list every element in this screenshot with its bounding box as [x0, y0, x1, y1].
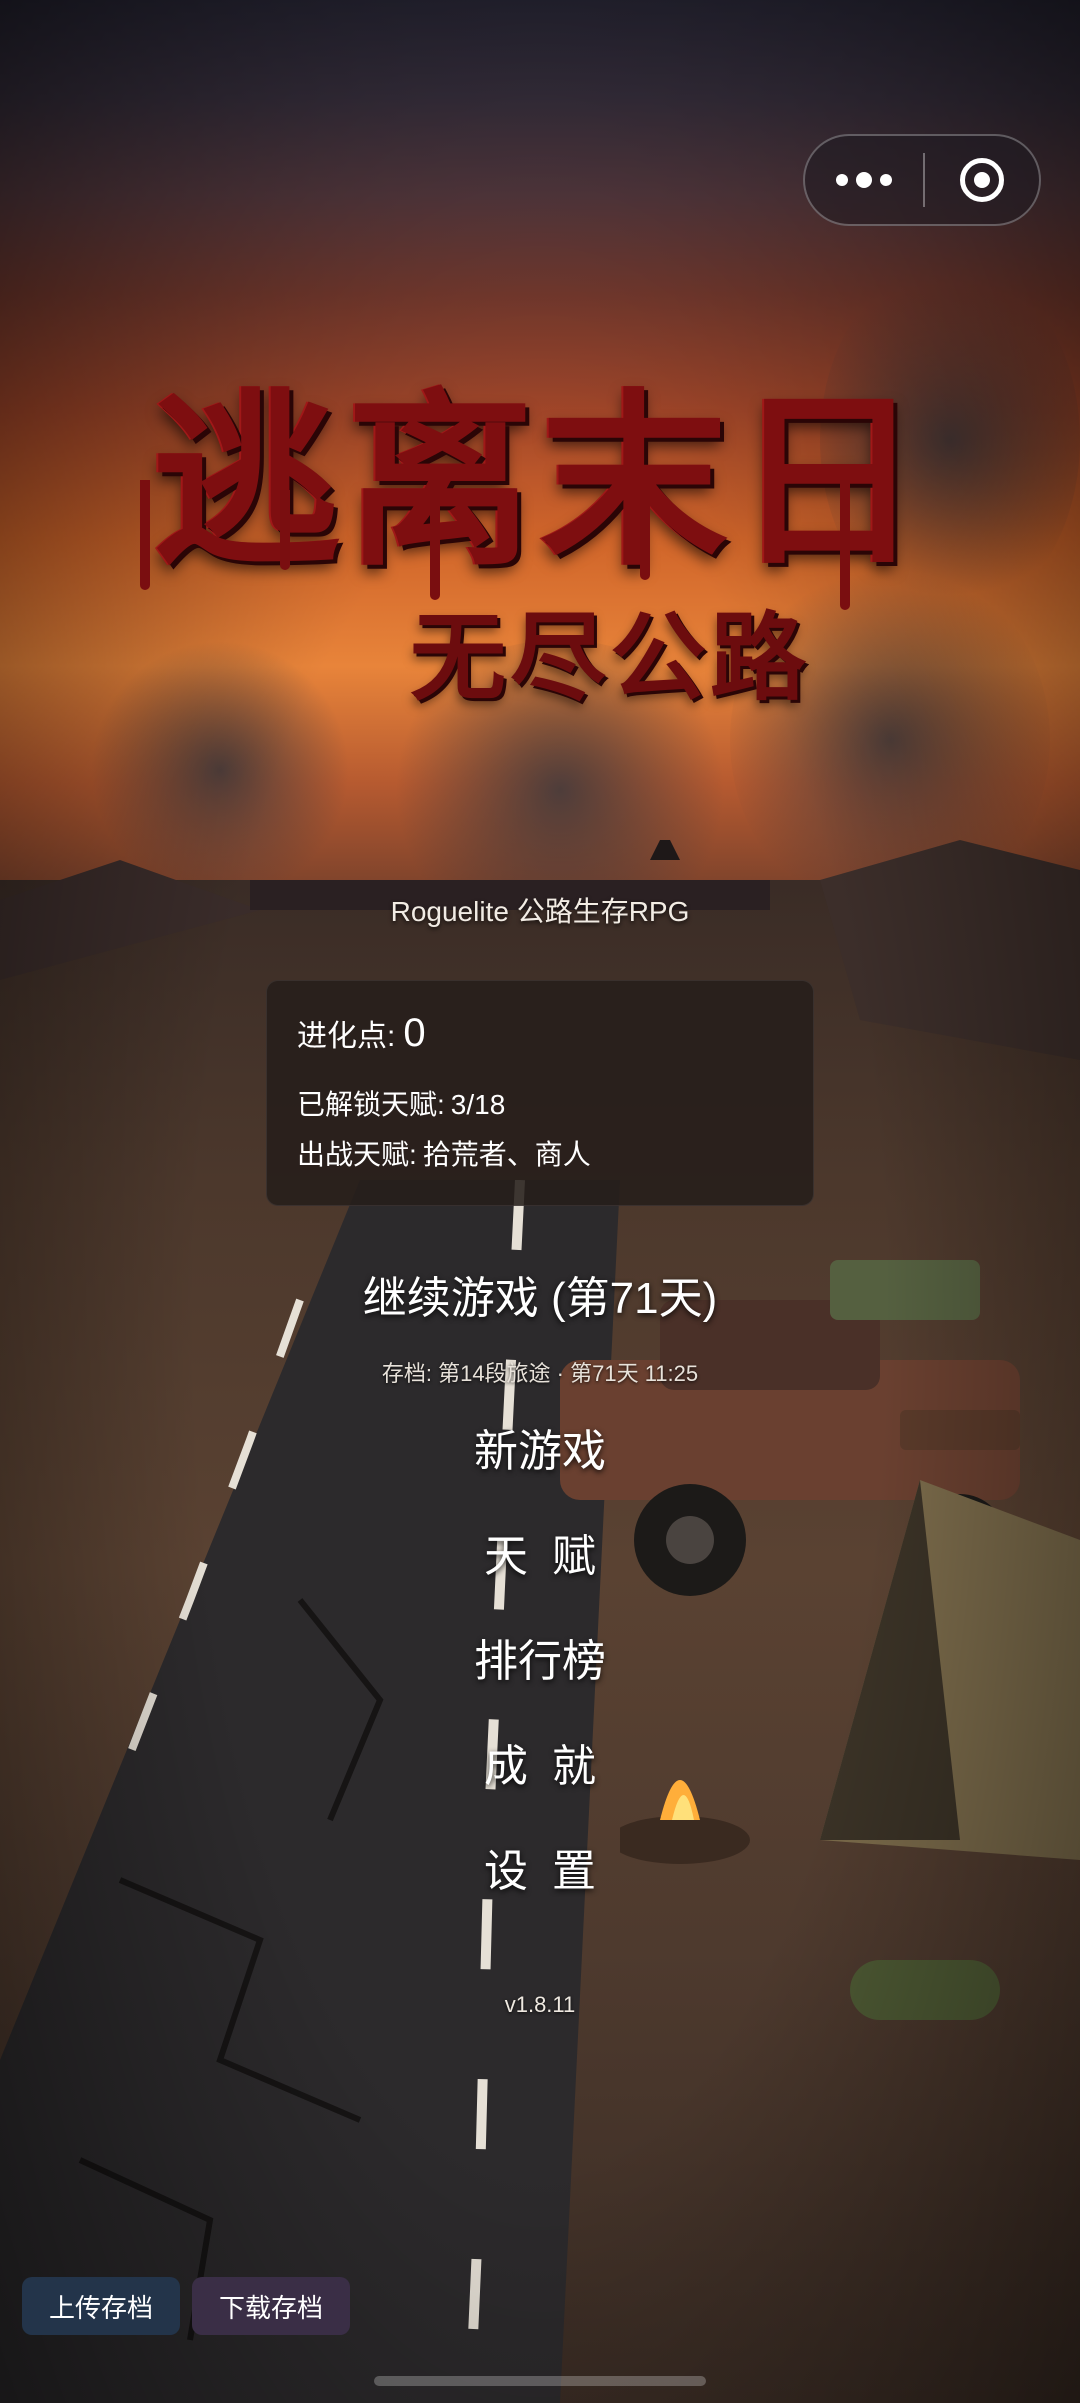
- evolution-points: 进化点: 0: [297, 1011, 426, 1056]
- download-save-button[interactable]: 下载存档: [192, 2277, 350, 2335]
- home-indicator: [374, 2376, 706, 2386]
- unlocked-value: 3/18: [450, 1089, 506, 1120]
- active-talents: 出战天赋: 拾荒者、商人: [297, 1133, 591, 1173]
- blood-drip: [280, 490, 290, 570]
- active-label: 出战天赋:: [297, 1139, 417, 1170]
- target-circle-icon[interactable]: [925, 136, 1039, 224]
- active-value: 拾荒者、商人: [422, 1139, 591, 1170]
- game-logo: 逃离末日 无尽公路: [100, 330, 980, 714]
- genre-subtitle: Roguelite 公路生存RPG: [390, 896, 690, 927]
- stats-panel: 进化点: 0 已解锁天赋: 3/18 出战天赋: 拾荒者、商人: [266, 980, 814, 1206]
- continue-game-button[interactable]: 继续游戏 (第71天): [0, 1262, 1080, 1326]
- unlocked-talents: 已解锁天赋: 3/18: [297, 1083, 505, 1123]
- save-info: 存档: 第14段旅途 · 第71天 11:25: [381, 1361, 699, 1386]
- more-dots-icon[interactable]: [805, 136, 923, 224]
- settings-button[interactable]: 设置: [0, 1835, 1080, 1899]
- upload-save-button[interactable]: 上传存档: [22, 2277, 180, 2335]
- evolution-label: 进化点:: [297, 1020, 396, 1053]
- evolution-value: 0: [403, 1011, 426, 1055]
- talent-button[interactable]: 天赋: [0, 1520, 1080, 1584]
- blood-drip: [140, 480, 150, 590]
- version-label: v1.8.11: [504, 1992, 576, 2017]
- game-subtitle-logo: 无尽公路: [410, 601, 810, 714]
- unlocked-label: 已解锁天赋:: [297, 1089, 445, 1120]
- new-game-button[interactable]: 新游戏: [0, 1415, 1080, 1479]
- blood-drip: [640, 490, 650, 580]
- miniprogram-capsule: [803, 134, 1041, 226]
- achievements-button[interactable]: 成就: [0, 1730, 1080, 1794]
- leaderboard-button[interactable]: 排行榜: [0, 1625, 1080, 1689]
